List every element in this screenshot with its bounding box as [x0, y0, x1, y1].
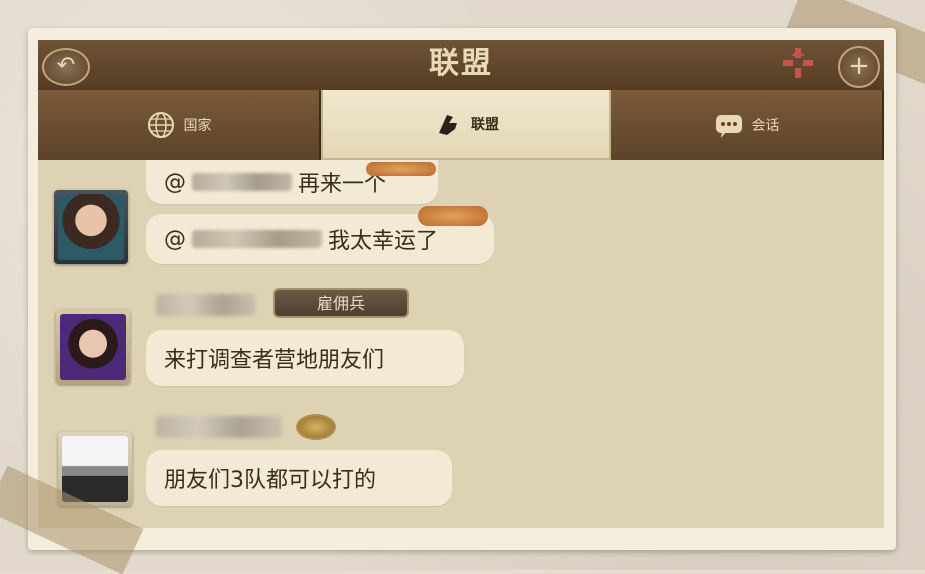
- message-bubble: 朋友们3队都可以打的: [146, 450, 452, 506]
- fist-emoji: [366, 162, 436, 176]
- crown-badge-icon: [296, 414, 336, 440]
- blurred-username: [192, 230, 322, 248]
- blurred-username: [192, 173, 292, 191]
- tab-country-label: 国家: [183, 118, 212, 134]
- add-button[interactable]: +: [838, 46, 880, 88]
- tab-chat-label: 会话: [751, 118, 780, 134]
- message-bubble: 来打调查者营地朋友们: [146, 330, 464, 386]
- mention-prefix: @: [164, 169, 186, 195]
- fist-emoji: [418, 206, 488, 226]
- rank-badge: 雇佣兵: [273, 288, 409, 318]
- tab-bar: 国家 联盟 会话: [38, 90, 884, 160]
- tab-country[interactable]: 国家: [38, 90, 321, 160]
- avatar[interactable]: [56, 310, 130, 384]
- title-bar: ↶ 联盟 +: [38, 40, 884, 92]
- tab-alliance[interactable]: 联盟: [321, 90, 611, 160]
- collapse-button[interactable]: [780, 46, 816, 82]
- plus-icon: +: [848, 51, 870, 81]
- chat-list[interactable]: @ 再来一个 @ 我太幸运了 雇佣兵 来打调查者营地朋友们 朋友们3队都可以打的: [38, 160, 884, 528]
- alliance-fist-icon: [433, 109, 463, 139]
- collapse-icon: [783, 48, 813, 78]
- chat-bubble-icon: [714, 110, 744, 140]
- avatar[interactable]: [54, 190, 128, 264]
- message-text: 朋友们3队都可以打的: [164, 468, 376, 493]
- tab-chat[interactable]: 会话: [611, 90, 884, 160]
- message-text: 我太幸运了: [328, 229, 439, 254]
- message-text: 来打调查者营地朋友们: [164, 348, 385, 373]
- page-title: 联盟: [429, 46, 493, 81]
- tab-alliance-label: 联盟: [471, 117, 499, 133]
- globe-icon: [146, 110, 176, 140]
- alliance-panel: ↶ 联盟 + 国家 联盟 会话 @ 再来一个 @ 我太幸运了 雇佣兵 来打调查者…: [38, 40, 884, 528]
- mention-prefix: @: [164, 226, 186, 252]
- blurred-username: [156, 294, 256, 316]
- blurred-username: [156, 416, 282, 438]
